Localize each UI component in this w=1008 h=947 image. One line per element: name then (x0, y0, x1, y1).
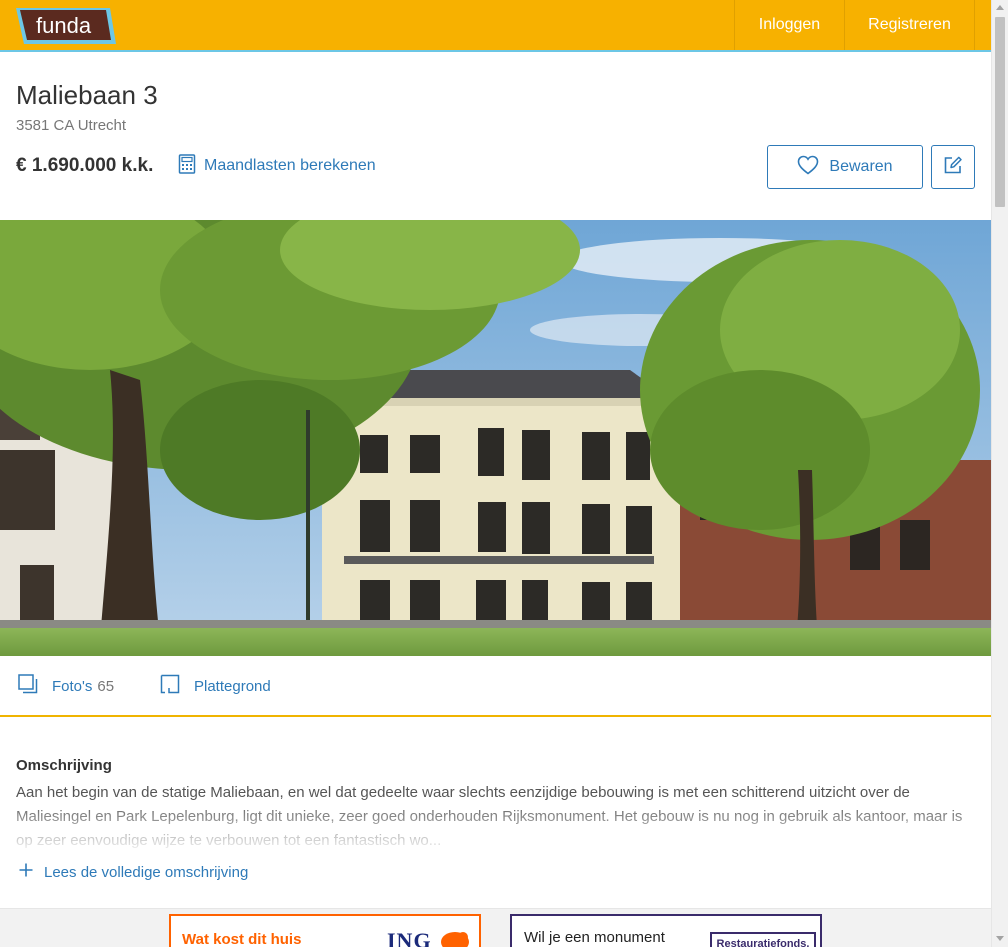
save-button-label: Bewaren (829, 158, 893, 175)
register-link[interactable]: Registreren (845, 0, 974, 50)
calculator-icon (178, 153, 196, 179)
listing-main-photo[interactable] (0, 220, 991, 656)
photos-count: 65 (97, 677, 115, 695)
tab-photos-label: Foto's (52, 677, 93, 695)
heart-icon (797, 155, 819, 180)
listing-price: € 1.690.000 k.k. (16, 155, 154, 176)
listing-title: Maliebaan 3 (16, 80, 158, 110)
restauratiefonds-logo: Restauratiefonds. (710, 932, 816, 947)
ing-lion-icon (439, 928, 471, 947)
logo-text: funda (36, 13, 92, 38)
tab-photos[interactable]: Foto's 65 (18, 673, 115, 699)
tab-floorplan-label: Plattegrond (194, 677, 271, 695)
nav-divider (974, 0, 975, 50)
ing-logo-text: ING (387, 928, 432, 947)
ing-ad-text: Wat kost dit huis (182, 931, 302, 947)
read-more-label: Lees de volledige omschrijving (44, 863, 249, 881)
page-scrollbar[interactable] (991, 0, 1008, 947)
media-tabs: Foto's 65 Plattegrond (0, 657, 991, 717)
plus-icon (18, 862, 34, 883)
monument-ad-banner[interactable]: Wil je een monument Restauratiefonds. (510, 914, 822, 947)
ads-band: Wat kost dit huis ING Wil je een monumen… (0, 908, 991, 947)
listing-address: 3581 CA Utrecht (16, 117, 127, 134)
scroll-down-arrow-icon[interactable] (996, 936, 1004, 941)
description-heading: Omschrijving (16, 757, 112, 774)
login-link[interactable]: Inloggen (735, 0, 844, 50)
edit-note-button[interactable] (931, 145, 975, 189)
monument-ad-text: Wil je een monument (524, 929, 665, 946)
read-more-link[interactable]: Lees de volledige omschrijving (18, 860, 248, 884)
photos-icon (18, 673, 38, 699)
page: funda Inloggen Registreren Maliebaan 3 3… (0, 0, 991, 947)
scrollbar-thumb[interactable] (995, 17, 1005, 207)
funda-logo[interactable]: funda (14, 6, 118, 46)
floorplan-icon (160, 674, 180, 699)
edit-icon (943, 155, 963, 180)
ing-ad-banner[interactable]: Wat kost dit huis ING (169, 914, 481, 947)
scroll-up-arrow-icon[interactable] (996, 5, 1004, 10)
description-fade (0, 800, 991, 852)
top-navigation-bar: funda Inloggen Registreren (0, 0, 991, 52)
mortgage-calculator-link[interactable]: Maandlasten berekenen (178, 153, 376, 179)
mortgage-calculator-label: Maandlasten berekenen (204, 157, 376, 174)
save-button[interactable]: Bewaren (767, 145, 923, 189)
tab-floorplan[interactable]: Plattegrond (160, 674, 271, 699)
